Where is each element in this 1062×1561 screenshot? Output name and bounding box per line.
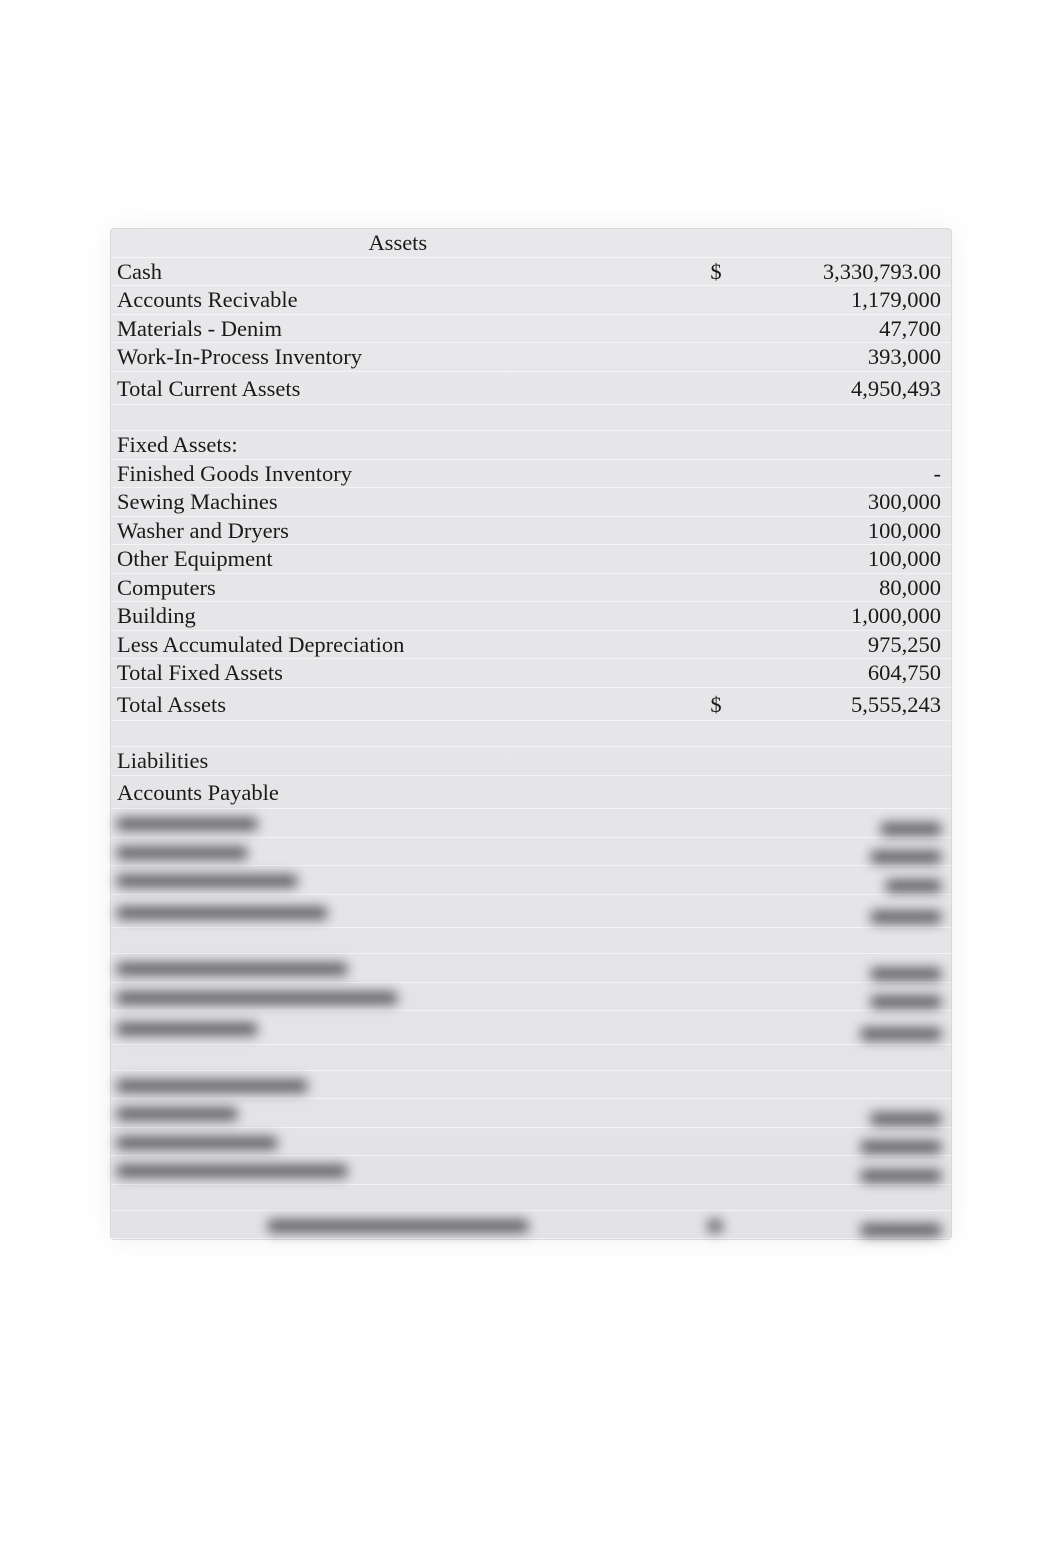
currency-symbol xyxy=(685,343,726,372)
table-row: Computers 80,000 xyxy=(111,573,951,602)
table-row: Materials - Denim 47,700 xyxy=(111,314,951,343)
obscured-row xyxy=(111,837,951,866)
row-total-assets: Total Assets $ 5,555,243 xyxy=(111,687,951,721)
currency-symbol: $ xyxy=(685,687,726,721)
assets-header-label: Assets xyxy=(111,229,685,257)
row-value: - xyxy=(726,459,951,488)
total-assets-value: 5,555,243 xyxy=(726,687,951,721)
currency-symbol xyxy=(685,602,726,631)
table-row: Sewing Machines 300,000 xyxy=(111,488,951,517)
total-fixed-assets-label: Total Fixed Assets xyxy=(111,659,685,688)
currency-symbol xyxy=(685,488,726,517)
spacer xyxy=(111,721,951,747)
obscured-row xyxy=(111,894,951,928)
fixed-assets-header-label: Fixed Assets: xyxy=(111,431,685,460)
table-row: Finished Goods Inventory - xyxy=(111,459,951,488)
currency-symbol xyxy=(685,775,726,809)
currency-symbol xyxy=(685,573,726,602)
table-row: Washer and Dryers 100,000 xyxy=(111,516,951,545)
spacer xyxy=(111,928,951,954)
spacer xyxy=(111,405,951,431)
currency-symbol xyxy=(685,545,726,574)
currency-symbol: $ xyxy=(685,257,726,286)
total-fixed-assets-value: 604,750 xyxy=(726,659,951,688)
row-label: Washer and Dryers xyxy=(111,516,685,545)
obscured-row xyxy=(111,809,951,838)
total-assets-label: Total Assets xyxy=(111,687,685,721)
row-accounts-payable: Accounts Payable xyxy=(111,775,951,809)
obscured-footer-row xyxy=(111,1210,951,1239)
row-value: 1,179,000 xyxy=(726,286,951,315)
section-header-fixed-assets: Fixed Assets: xyxy=(111,431,951,460)
table-row: Building 1,000,000 xyxy=(111,602,951,631)
spacer xyxy=(111,1044,951,1070)
currency-symbol xyxy=(685,286,726,315)
obscured-row xyxy=(111,1127,951,1156)
obscured-row xyxy=(111,954,951,983)
currency-symbol xyxy=(685,314,726,343)
row-value: 3,330,793.00 xyxy=(726,257,951,286)
row-total-fixed-assets: Total Fixed Assets 604,750 xyxy=(111,659,951,688)
row-value: 80,000 xyxy=(726,573,951,602)
spacer xyxy=(111,1184,951,1210)
row-label: Accounts Recivable xyxy=(111,286,685,315)
balance-sheet-table: Assets Cash$3,330,793.00Accounts Recivab… xyxy=(110,228,952,1240)
row-value: 393,000 xyxy=(726,343,951,372)
currency-symbol xyxy=(685,630,726,659)
row-label: Work-In-Process Inventory xyxy=(111,343,685,372)
row-label: Building xyxy=(111,602,685,631)
obscured-row xyxy=(111,1011,951,1045)
row-label: Computers xyxy=(111,573,685,602)
row-value: 975,250 xyxy=(726,630,951,659)
table-row: Accounts Recivable 1,179,000 xyxy=(111,286,951,315)
row-value: 300,000 xyxy=(726,488,951,517)
financial-table: Assets Cash$3,330,793.00Accounts Recivab… xyxy=(111,229,951,1239)
row-label: Less Accumulated Depreciation xyxy=(111,630,685,659)
table-row: Cash$3,330,793.00 xyxy=(111,257,951,286)
table-row: Other Equipment 100,000 xyxy=(111,545,951,574)
currency-symbol xyxy=(685,459,726,488)
accounts-payable-value xyxy=(726,775,951,809)
obscured-row xyxy=(111,866,951,895)
obscured-row xyxy=(111,1099,951,1128)
currency-symbol xyxy=(685,516,726,545)
total-current-assets-label: Total Current Assets xyxy=(111,371,685,405)
row-label: Sewing Machines xyxy=(111,488,685,517)
section-header-assets: Assets xyxy=(111,229,951,257)
total-current-assets-value: 4,950,493 xyxy=(726,371,951,405)
obscured-row xyxy=(111,982,951,1011)
currency-symbol xyxy=(685,659,726,688)
currency-symbol xyxy=(685,371,726,405)
row-total-current-assets: Total Current Assets 4,950,493 xyxy=(111,371,951,405)
row-value: 1,000,000 xyxy=(726,602,951,631)
row-label: Cash xyxy=(111,257,685,286)
table-row: Work-In-Process Inventory 393,000 xyxy=(111,343,951,372)
row-label: Finished Goods Inventory xyxy=(111,459,685,488)
liabilities-header-label: Liabilities xyxy=(111,747,685,776)
accounts-payable-label: Accounts Payable xyxy=(111,775,685,809)
row-value: 100,000 xyxy=(726,545,951,574)
row-label: Materials - Denim xyxy=(111,314,685,343)
row-value: 47,700 xyxy=(726,314,951,343)
document-page: Assets Cash$3,330,793.00Accounts Recivab… xyxy=(0,0,1062,1561)
obscured-section-header xyxy=(111,1070,951,1099)
row-label: Other Equipment xyxy=(111,545,685,574)
section-header-liabilities: Liabilities xyxy=(111,747,951,776)
obscured-row xyxy=(111,1156,951,1185)
row-value: 100,000 xyxy=(726,516,951,545)
table-row: Less Accumulated Depreciation 975,250 xyxy=(111,630,951,659)
